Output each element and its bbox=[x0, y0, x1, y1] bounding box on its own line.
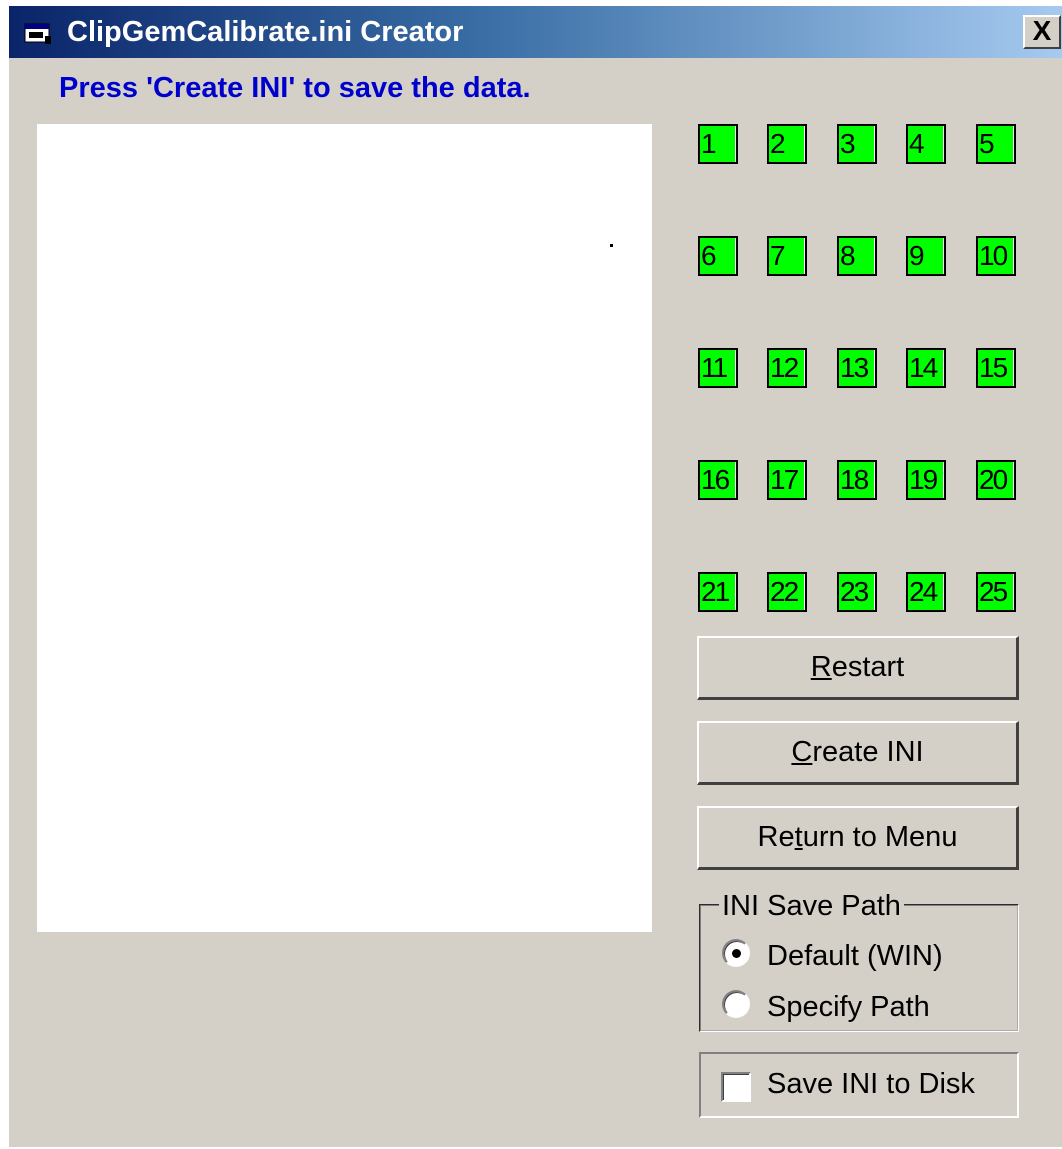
calibration-point-19[interactable]: 19 bbox=[906, 460, 946, 500]
return-to-menu-button[interactable]: Return to Menu bbox=[697, 806, 1019, 870]
main-window: ClipGemCalibrate.ini Creator X Press 'Cr… bbox=[8, 5, 1062, 1147]
radio-default-win[interactable] bbox=[722, 939, 750, 967]
radio-selected-dot bbox=[732, 949, 741, 958]
calibration-point-15[interactable]: 15 bbox=[976, 348, 1016, 388]
calibration-point-2[interactable]: 2 bbox=[767, 124, 807, 164]
ini-save-path-label: INI Save Path bbox=[719, 888, 904, 924]
calibration-point-14[interactable]: 14 bbox=[906, 348, 946, 388]
return-label-end: urn to Menu bbox=[802, 821, 958, 853]
calibration-point-24[interactable]: 24 bbox=[906, 572, 946, 612]
calibration-point-22[interactable]: 22 bbox=[767, 572, 807, 612]
close-button[interactable]: X bbox=[1023, 15, 1061, 49]
restart-label: estart bbox=[831, 651, 905, 683]
calibration-point-5[interactable]: 5 bbox=[976, 124, 1016, 164]
calibration-point-21[interactable]: 21 bbox=[698, 572, 738, 612]
calibration-point-20[interactable]: 20 bbox=[976, 460, 1016, 500]
calibration-point-10[interactable]: 10 bbox=[976, 236, 1016, 276]
calibration-point-18[interactable]: 18 bbox=[837, 460, 877, 500]
calibration-point-13[interactable]: 13 bbox=[837, 348, 877, 388]
calibration-point-17[interactable]: 17 bbox=[767, 460, 807, 500]
calibration-point-8[interactable]: 8 bbox=[837, 236, 877, 276]
calibration-point-1[interactable]: 1 bbox=[698, 124, 738, 164]
calibration-point-3[interactable]: 3 bbox=[837, 124, 877, 164]
calibration-point-7[interactable]: 7 bbox=[767, 236, 807, 276]
instruction-text: Press 'Create INI' to save the data. bbox=[59, 72, 531, 104]
calibration-point-6[interactable]: 6 bbox=[698, 236, 738, 276]
restart-mnemonic: R bbox=[810, 651, 832, 683]
title-bar[interactable]: ClipGemCalibrate.ini Creator X bbox=[9, 6, 1062, 58]
return-mnemonic: t bbox=[794, 821, 803, 853]
calibration-point-16[interactable]: 16 bbox=[698, 460, 738, 500]
calibration-point-25[interactable]: 25 bbox=[976, 572, 1016, 612]
radio-specify-path[interactable] bbox=[722, 990, 750, 1018]
create-ini-mnemonic: C bbox=[791, 736, 813, 768]
calibration-point-12[interactable]: 12 bbox=[767, 348, 807, 388]
close-icon: X bbox=[1032, 15, 1052, 46]
calibration-point-23[interactable]: 23 bbox=[837, 572, 877, 612]
create-ini-button[interactable]: Create INI bbox=[697, 721, 1019, 785]
radio-specify-path-label[interactable]: Specify Path bbox=[767, 989, 930, 1025]
save-ini-to-disk-checkbox[interactable] bbox=[721, 1072, 751, 1102]
calibration-point-9[interactable]: 9 bbox=[906, 236, 946, 276]
radio-default-win-label[interactable]: Default (WIN) bbox=[767, 938, 943, 974]
restart-button[interactable]: Restart bbox=[697, 636, 1019, 700]
calibration-point-11[interactable]: 11 bbox=[698, 348, 738, 388]
calibration-point-marker bbox=[610, 244, 613, 247]
app-icon bbox=[24, 23, 51, 44]
save-ini-to-disk-label[interactable]: Save INI to Disk bbox=[767, 1066, 975, 1102]
calibration-canvas[interactable] bbox=[37, 124, 652, 932]
window-title: ClipGemCalibrate.ini Creator bbox=[67, 16, 464, 48]
create-ini-label: reate INI bbox=[812, 736, 924, 768]
return-label-start: Re bbox=[757, 821, 795, 853]
calibration-point-4[interactable]: 4 bbox=[906, 124, 946, 164]
